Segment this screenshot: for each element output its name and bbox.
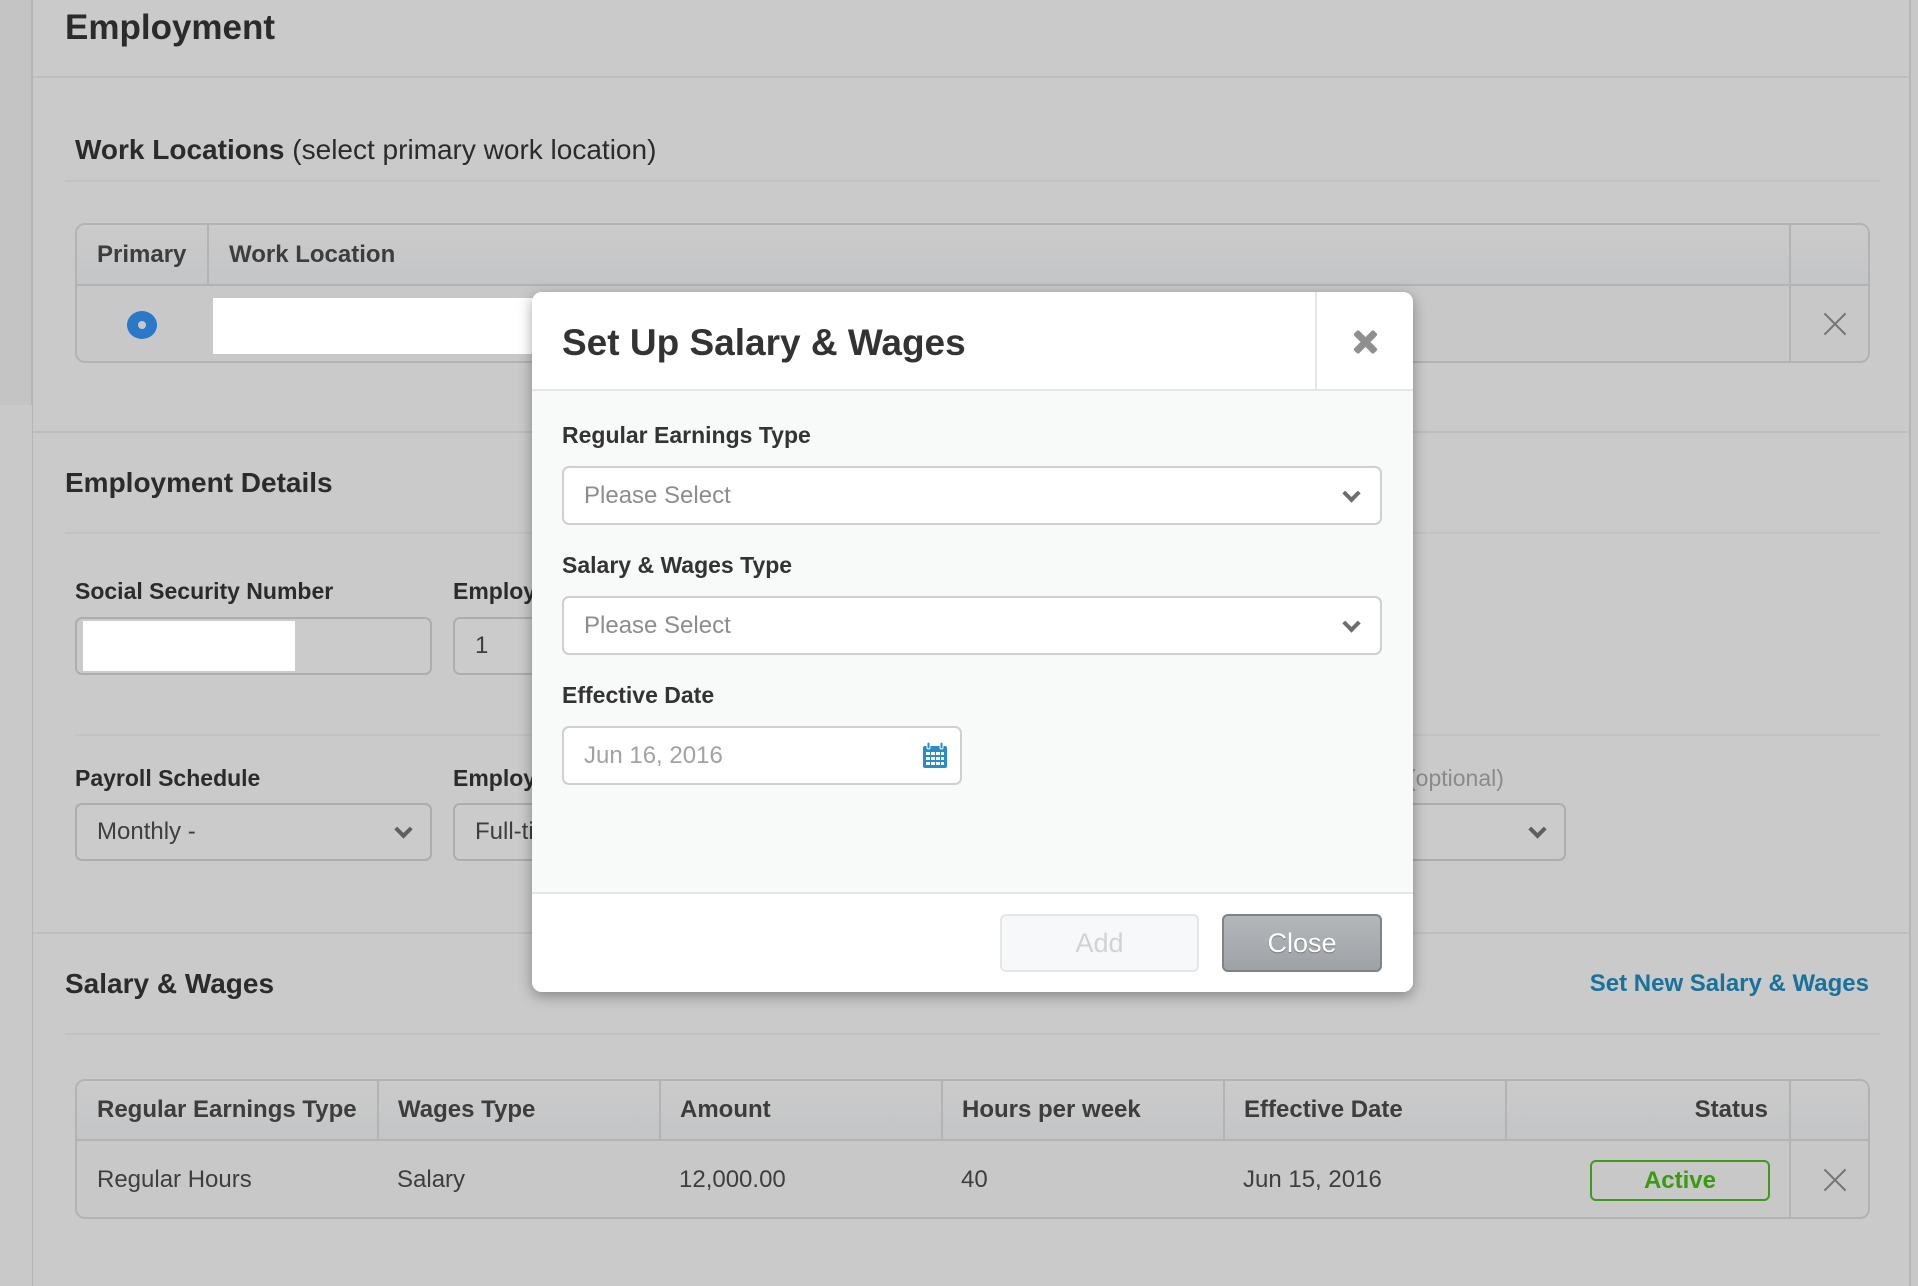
modal-body: Regular Earnings Type Please Select Sala… [532, 391, 1413, 892]
cell-amount: 12,000.00 [679, 1166, 786, 1193]
remove-salary-icon[interactable] [1823, 1168, 1847, 1192]
add-button[interactable]: Add [1000, 914, 1199, 972]
table-header: Regular Earnings Type Wages Type Amount … [77, 1081, 1868, 1141]
column-header-work-location: Work Location [229, 240, 396, 268]
work-locations-subtitle: (select primary work location) [292, 134, 657, 165]
ssn-input[interactable] [75, 617, 432, 675]
employment-details-heading: Employment Details [65, 467, 333, 498]
column-header-wages-type: Wages Type [398, 1096, 536, 1123]
close-button[interactable]: Close [1222, 914, 1382, 972]
column-divider [377, 1081, 379, 1141]
effective-date-placeholder: Jun 16, 2016 [584, 741, 723, 769]
payroll-schedule-label: Payroll Schedule [75, 765, 261, 791]
salary-wages-modal: Set Up Salary & Wages Regular Earnings T… [532, 292, 1413, 992]
payroll-schedule-select[interactable]: Monthly - [75, 803, 432, 861]
modal-close-button[interactable] [1315, 292, 1413, 391]
column-header-earnings-type: Regular Earnings Type [97, 1096, 357, 1123]
cell-hours-per-week: 40 [961, 1166, 988, 1193]
left-gutter-lower [0, 405, 32, 1286]
column-header-hours-per-week: Hours per week [962, 1096, 1141, 1123]
salary-wages-table: Regular Earnings Type Wages Type Amount … [75, 1079, 1870, 1219]
primary-radio-selected[interactable] [127, 311, 157, 339]
chevron-down-icon [1528, 820, 1547, 839]
regular-earnings-type-label: Regular Earnings Type [562, 422, 811, 448]
modal-footer: Add Close [532, 892, 1413, 992]
employee-id-label: Employ [453, 578, 537, 604]
remove-location-icon[interactable] [1823, 312, 1847, 336]
chevron-down-icon [394, 820, 413, 839]
modal-header: Set Up Salary & Wages [532, 292, 1413, 391]
work-locations-divider [65, 180, 1880, 182]
set-new-salary-wages-link[interactable]: Set New Salary & Wages [1590, 970, 1869, 998]
optional-field-label: (optional) [1408, 765, 1504, 791]
effective-date-input[interactable]: Jun 16, 2016 [562, 726, 962, 785]
title-divider [33, 76, 1910, 78]
column-divider [1505, 1081, 1507, 1141]
payroll-schedule-value: Monthly - [97, 818, 196, 845]
column-divider [1789, 1081, 1791, 1217]
column-divider [1223, 1081, 1225, 1141]
work-locations-heading: Work Locations (select primary work loca… [75, 134, 656, 166]
salary-wages-divider [65, 1033, 1880, 1035]
cell-effective-date: Jun 15, 2016 [1243, 1166, 1382, 1193]
employee-id-value: 1 [475, 632, 489, 659]
column-header-primary: Primary [97, 240, 187, 268]
employment-type-label: Employ [453, 765, 537, 791]
work-locations-title: Work Locations [75, 134, 285, 165]
table-row: Regular Hours Salary 12,000.00 40 Jun 15… [77, 1141, 1789, 1217]
column-header-status: Status [1694, 1096, 1768, 1123]
regular-earnings-type-placeholder: Please Select [584, 481, 731, 509]
cell-earnings-type: Regular Hours [97, 1166, 252, 1193]
column-divider [207, 225, 209, 286]
chevron-down-icon [1342, 613, 1361, 633]
salary-wages-type-select[interactable]: Please Select [562, 596, 1382, 655]
column-header-effective-date: Effective Date [1244, 1096, 1403, 1123]
close-icon [1354, 330, 1378, 354]
table-header: Primary Work Location [77, 225, 1868, 286]
ssn-label: Social Security Number [75, 578, 334, 604]
regular-earnings-type-select[interactable]: Please Select [562, 466, 1382, 525]
chevron-down-icon [1342, 483, 1361, 503]
employment-type-value: Full-ti [475, 818, 534, 845]
column-divider [659, 1081, 661, 1141]
effective-date-label: Effective Date [562, 682, 715, 708]
salary-wages-type-placeholder: Please Select [584, 611, 731, 639]
calendar-icon[interactable] [922, 742, 948, 769]
ssn-value [83, 621, 295, 671]
modal-title: Set Up Salary & Wages [562, 322, 966, 363]
page-title: Employment [65, 8, 276, 47]
salary-wages-type-label: Salary & Wages Type [562, 552, 793, 578]
column-divider [1789, 225, 1791, 361]
status-badge: Active [1590, 1160, 1770, 1201]
cell-wages-type: Salary [397, 1166, 466, 1193]
salary-wages-heading: Salary & Wages [65, 968, 275, 999]
column-divider [941, 1081, 943, 1141]
column-header-amount: Amount [680, 1096, 771, 1123]
